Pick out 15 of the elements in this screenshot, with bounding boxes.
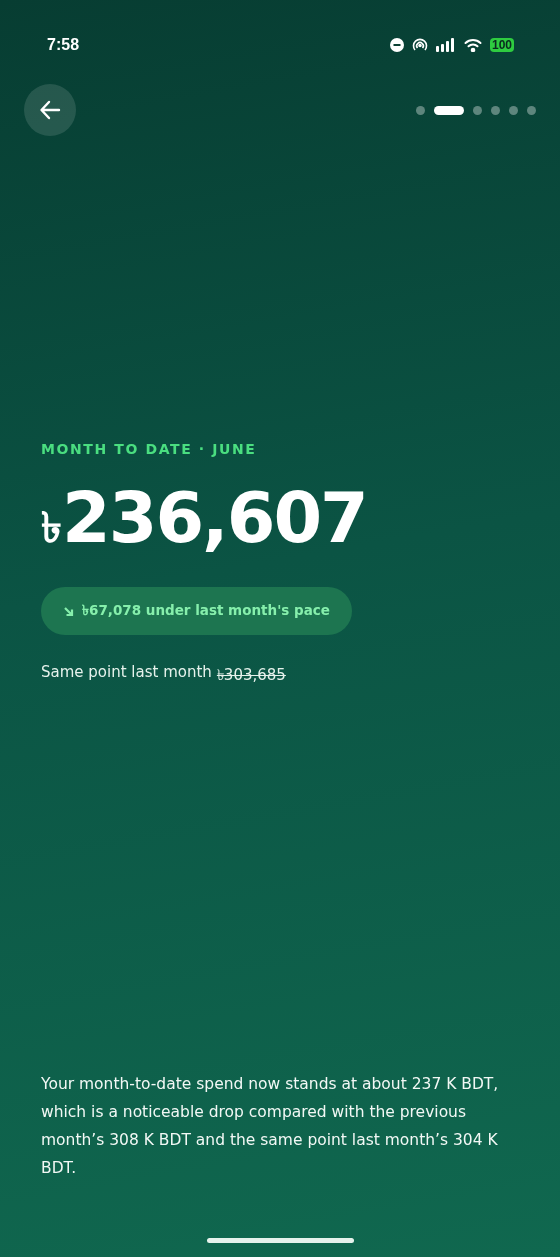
section-label: MONTH TO DATE · JUNE xyxy=(41,441,257,458)
currency-symbol: ৳ xyxy=(41,507,62,550)
status-time: 7:58 xyxy=(47,36,80,54)
do-not-disturb-icon xyxy=(389,38,404,52)
back-arrow-icon xyxy=(39,100,61,120)
hotspot-icon xyxy=(411,38,428,52)
summary-paragraph: Your month-to-date spend now stands at about 237 K BDT, which is a noticeable drop compared with the previous month’s 308 K BDT and the same point last month’s 304 K BDT. xyxy=(40,1074,500,1179)
pace-text: ৳67,078 under last month's pace xyxy=(82,600,330,620)
signal-icon xyxy=(435,38,456,52)
previous-amount: ৳303,685 xyxy=(216,665,286,687)
amount-value: 236,607 xyxy=(62,483,367,554)
wifi-icon xyxy=(463,38,482,52)
comparison-label: Same point last month xyxy=(41,663,212,684)
back-button[interactable] xyxy=(24,84,76,136)
battery-level: 100 xyxy=(489,38,514,52)
